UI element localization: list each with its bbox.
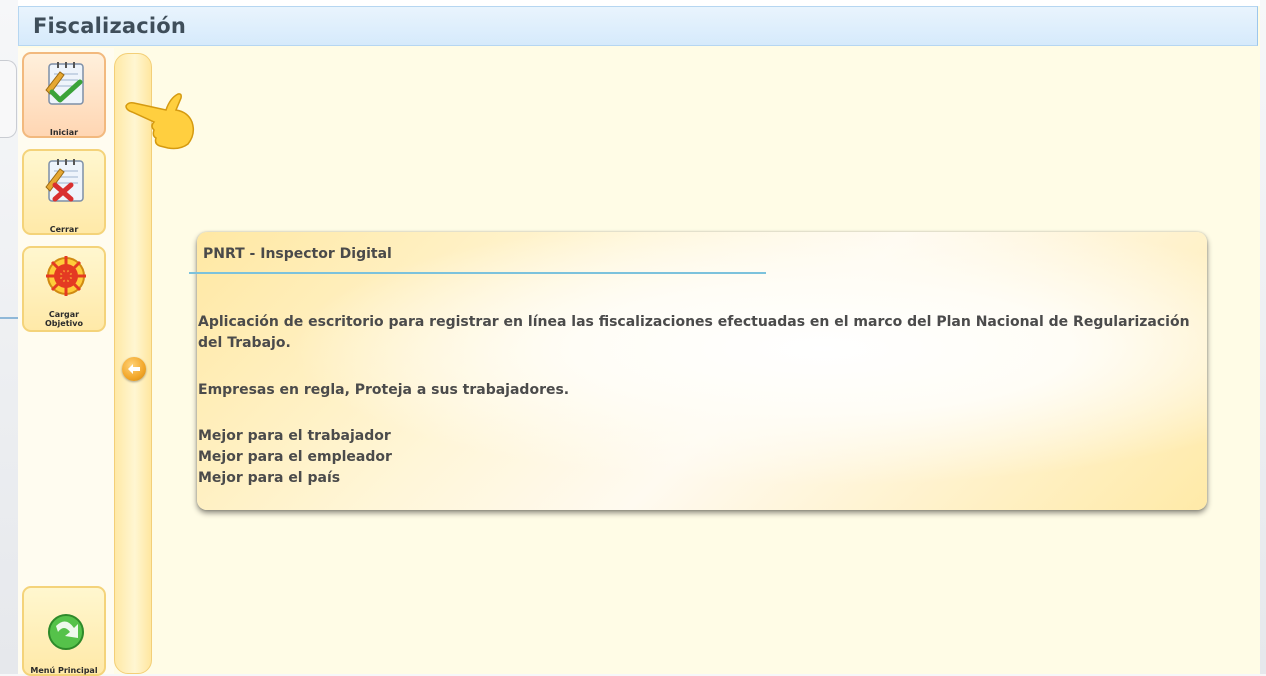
background-window-tab bbox=[0, 60, 17, 138]
background-window-line bbox=[0, 317, 18, 319]
iniciar-button[interactable]: Iniciar bbox=[22, 52, 106, 138]
info-card: PNRT - Inspector Digital Aplicación de e… bbox=[189, 232, 1207, 510]
menu-principal-button[interactable]: Menú Principal bbox=[22, 586, 106, 676]
cerrar-button[interactable]: Cerrar bbox=[22, 149, 106, 235]
objetivo-label-line2: Objetivo bbox=[45, 319, 83, 328]
cargar-objetivo-button[interactable]: Cargar Objetivo bbox=[22, 246, 106, 332]
arrow-left-icon bbox=[128, 364, 140, 374]
card-title: PNRT - Inspector Digital bbox=[203, 246, 392, 262]
card-description: Aplicación de escritorio para registrar … bbox=[198, 314, 1190, 351]
green-arrow-icon bbox=[48, 614, 84, 650]
collapse-panel-button[interactable] bbox=[122, 357, 146, 381]
title-underline bbox=[189, 272, 766, 274]
card-slogan: Empresas en regla, Proteja a sus trabaja… bbox=[198, 382, 570, 398]
cerrar-label: Cerrar bbox=[49, 225, 79, 234]
target-icon bbox=[46, 256, 86, 296]
toolbar: Iniciar Cerrar Cargar Objetivo Menú Prin… bbox=[18, 48, 114, 676]
window-title: Fiscalización bbox=[33, 14, 187, 38]
benefit-item: Mejor para el país bbox=[198, 470, 341, 486]
fiscalizacion-window: Fiscalización Iniciar Cerrar Cargar Obje… bbox=[18, 0, 1260, 676]
cargar-label-line1: Cargar bbox=[48, 310, 80, 319]
checklist-check-icon bbox=[45, 62, 84, 105]
benefit-item: Mejor para el empleador bbox=[198, 449, 392, 465]
title-bar: Fiscalización bbox=[18, 6, 1258, 46]
pointing-hand-icon bbox=[125, 93, 195, 150]
benefit-item: Mejor para el trabajador bbox=[198, 428, 391, 444]
checklist-x-icon bbox=[45, 159, 84, 202]
iniciar-label: Iniciar bbox=[49, 128, 79, 137]
